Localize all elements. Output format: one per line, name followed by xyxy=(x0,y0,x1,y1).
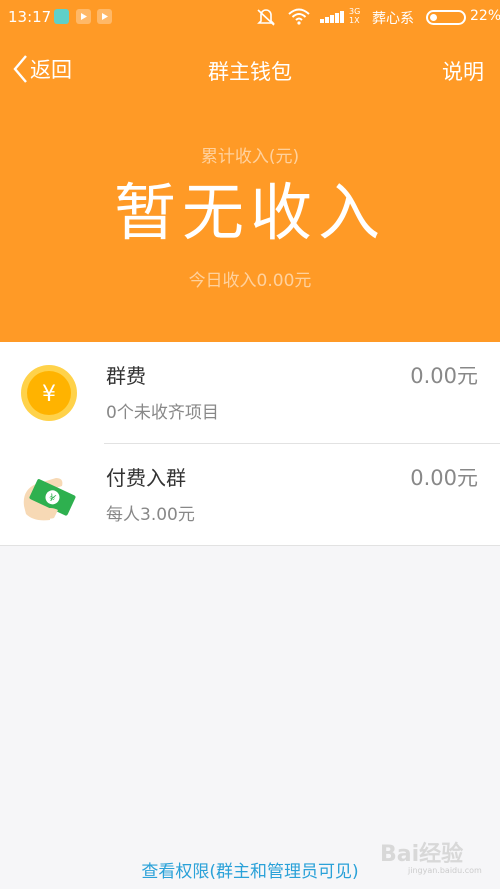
row-subtitle: 每人3.00元 xyxy=(106,505,195,525)
shield-icon xyxy=(54,9,69,24)
wallet-list: ¥ 群费 0个未收齐项目 0.00元 ¥ 付费入群 每人3.00元 0.00元 xyxy=(0,342,500,546)
row-subtitle: 0个未收齐项目 xyxy=(106,403,219,423)
row-amount: 0.00元 xyxy=(410,364,478,388)
play-icon xyxy=(76,9,91,24)
carrier-name: 葬心系 xyxy=(372,11,414,27)
status-bar: 13:17 3G 1X 葬心系 22% xyxy=(0,0,500,34)
list-item-paid-join[interactable]: ¥ 付费入群 每人3.00元 0.00元 xyxy=(0,444,500,545)
hand-money-icon: ¥ xyxy=(23,478,76,521)
today-income: 今日收入0.00元 xyxy=(188,271,312,291)
total-income-value: 暂无收入 xyxy=(113,176,386,249)
svg-text:¥: ¥ xyxy=(42,382,56,407)
signal-icon xyxy=(320,11,344,23)
status-time: 13:17 xyxy=(8,8,52,26)
wifi-icon xyxy=(288,8,310,25)
battery-percent: 22% xyxy=(470,8,500,24)
list-item-group-fee[interactable]: ¥ 群费 0个未收齐项目 0.00元 xyxy=(0,342,500,443)
row-amount: 0.00元 xyxy=(410,466,478,490)
row-title: 付费入群 xyxy=(106,466,186,490)
battery-icon xyxy=(426,10,466,25)
play-icon xyxy=(97,9,112,24)
row-title: 群费 xyxy=(106,364,146,388)
view-permissions-link[interactable]: 查看权限(群主和管理员可见) xyxy=(0,857,500,882)
network-type: 3G 1X xyxy=(349,7,361,25)
mute-icon xyxy=(257,9,275,26)
wallet-header: 返回 群主钱包 说明 累计收入(元) 暂无收入 今日收入0.00元 xyxy=(0,34,500,342)
help-button[interactable]: 说明 xyxy=(442,56,484,86)
page-title: 群主钱包 xyxy=(208,60,292,84)
yuan-coin-icon: ¥ xyxy=(21,365,77,421)
